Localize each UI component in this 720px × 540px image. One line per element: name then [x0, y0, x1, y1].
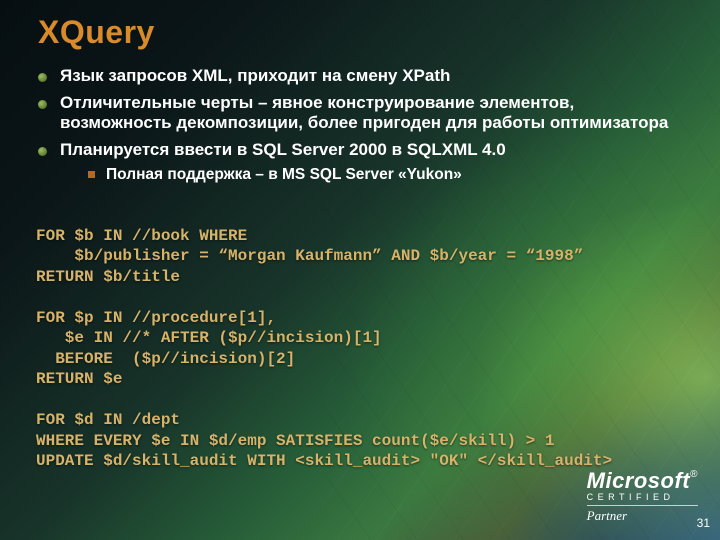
logo-divider — [587, 505, 698, 506]
microsoft-logo: Microsoft® CERTIFIED Partner — [587, 470, 698, 524]
content-area: Язык запросов XML, приходит на смену XPa… — [38, 66, 690, 190]
slide-title: XQuery — [38, 14, 155, 51]
logo-brand: Microsoft® — [587, 470, 698, 492]
sub-bullet-list: Полная поддержка – в MS SQL Server «Yuko… — [60, 165, 690, 184]
page-number: 31 — [697, 516, 710, 530]
logo-certified: CERTIFIED — [587, 493, 698, 503]
sub-bullet-item: Полная поддержка – в MS SQL Server «Yuko… — [60, 165, 690, 184]
bullet-item: Планируется ввести в SQL Server 2000 в S… — [38, 140, 690, 184]
bullet-list: Язык запросов XML, приходит на смену XPa… — [38, 66, 690, 184]
bullet-text: Планируется ввести в SQL Server 2000 в S… — [60, 140, 506, 159]
bullet-item: Отличительные черты – явное конструирова… — [38, 93, 690, 134]
bullet-item: Язык запросов XML, приходит на смену XPa… — [38, 66, 690, 87]
slide: XQuery Язык запросов XML, приходит на см… — [0, 0, 720, 540]
logo-brand-text: Microsoft — [587, 468, 691, 493]
logo-partner: Partner — [587, 508, 698, 524]
code-block: FOR $b IN //book WHERE $b/publisher = “M… — [36, 226, 700, 472]
